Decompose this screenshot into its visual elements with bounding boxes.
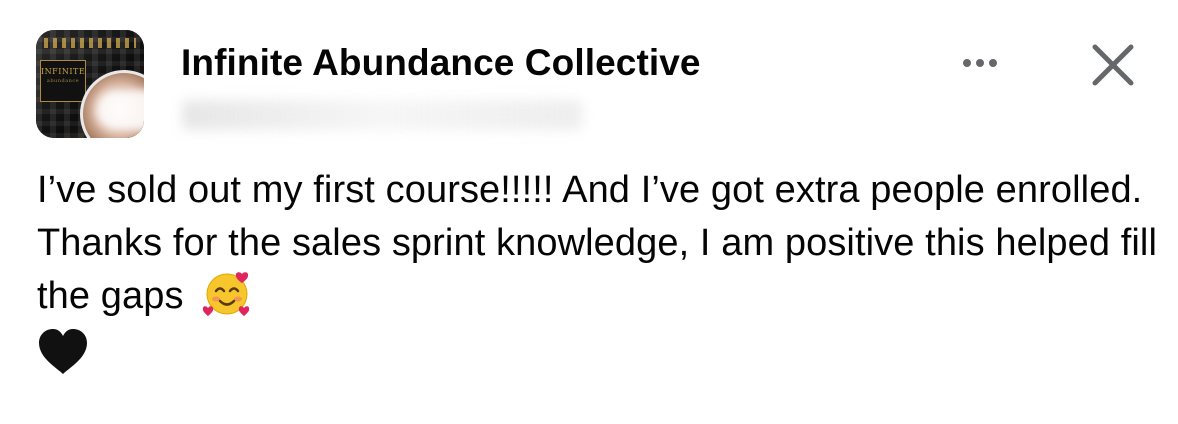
smiling-face-with-hearts-icon bbox=[202, 268, 252, 318]
close-button[interactable] bbox=[1087, 39, 1139, 91]
avatar-logo-subtext: abundance bbox=[46, 78, 80, 84]
close-icon bbox=[1092, 44, 1134, 86]
more-icon-dot bbox=[989, 59, 997, 67]
avatar-logo-text: INFINITE bbox=[41, 67, 86, 76]
post-body: I’ve sold out my first course!!!!! And I… bbox=[37, 164, 1157, 376]
group-name[interactable]: Infinite Abundance Collective bbox=[181, 42, 701, 84]
avatar-decoration bbox=[44, 38, 136, 48]
black-heart-icon bbox=[37, 328, 89, 376]
avatar-blur bbox=[96, 90, 144, 130]
redacted-meta bbox=[182, 100, 582, 130]
post-card: INFINITE abundance Infinite Abundance Co… bbox=[0, 0, 1178, 424]
more-icon bbox=[963, 59, 971, 67]
more-icon-dot bbox=[976, 59, 984, 67]
avatar-logo: INFINITE abundance bbox=[40, 60, 86, 102]
group-avatar[interactable]: INFINITE abundance bbox=[36, 30, 144, 138]
more-options-button[interactable] bbox=[950, 46, 1010, 80]
